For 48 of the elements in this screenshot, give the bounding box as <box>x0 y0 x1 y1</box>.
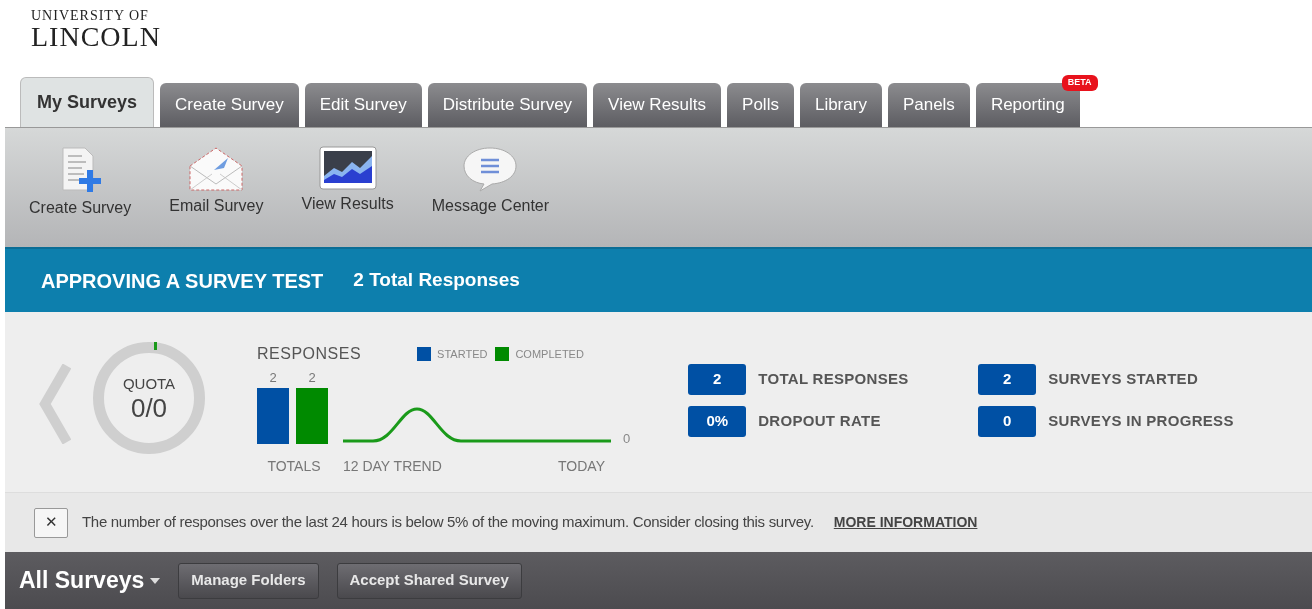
trend-label: 12 DAY TREND <box>343 457 442 476</box>
logo-title: LINCOLN <box>31 23 162 51</box>
logo-subtitle: UNIVERSITY OF <box>31 9 150 23</box>
trend-last-value: 0 <box>623 429 631 448</box>
stat-value: 2 <box>978 364 1037 395</box>
tab[interactable]: View Results <box>593 83 722 127</box>
tab[interactable]: Create Survey <box>160 83 299 127</box>
quota-label: QUOTA <box>122 375 176 391</box>
more-information-link[interactable]: MORE INFORMATION <box>833 512 978 533</box>
tab[interactable]: Library <box>799 83 882 127</box>
bar-value: 2 <box>269 370 277 385</box>
trend-end-label: TODAY <box>558 457 605 476</box>
legend-label: STARTED <box>437 346 488 362</box>
all-surveys-dropdown[interactable]: All Surveys <box>19 563 161 598</box>
previous-arrow[interactable] <box>39 364 71 444</box>
survey-title: APPROVING A SURVEY TEST <box>41 268 324 294</box>
totals-label: TOTALS <box>267 457 321 476</box>
toolbar-button[interactable]: Accept Shared Survey <box>336 562 522 599</box>
chevron-left-icon <box>39 364 71 444</box>
tab[interactable]: Polls <box>727 83 794 127</box>
toolbar-button[interactable]: View Results <box>297 146 398 216</box>
stat-label: SURVEYS STARTED <box>1048 369 1199 390</box>
close-button[interactable]: ✕ <box>34 507 68 538</box>
envelope-icon <box>188 146 245 192</box>
notice-text: The number of responses over the last 24 hours is below 5% of the moving maximum. Consider closing this survey. <box>82 512 814 533</box>
stat-value: 2 <box>688 364 747 395</box>
stat-value: 0 <box>978 406 1037 437</box>
response-count: 2 Total Responses <box>353 268 520 293</box>
tab[interactable]: Panels <box>887 83 970 127</box>
toolbar-button[interactable]: Email Survey <box>165 146 268 218</box>
toolbar-button[interactable]: Manage Folders <box>178 562 319 599</box>
toolbar-button[interactable]: Message Center <box>427 146 554 218</box>
stat-label: DROPOUT RATE <box>758 411 881 432</box>
beta-badge: BETA <box>1061 75 1098 91</box>
area-chart-icon <box>318 146 377 190</box>
tab[interactable]: Distribute Survey <box>427 83 588 127</box>
legend-label: COMPLETED <box>515 346 584 362</box>
tab[interactable]: My Surveys <box>20 77 155 127</box>
stat-label: SURVEYS IN PROGRESS <box>1048 411 1234 432</box>
toolbar-button[interactable]: Create Survey <box>25 146 136 220</box>
bar-value: 2 <box>308 370 316 385</box>
speech-bubble-icon <box>462 146 519 192</box>
stat-label: TOTAL RESPONSES <box>758 369 909 390</box>
caret-icon <box>150 577 161 584</box>
quota-value: 0/0 <box>130 394 168 421</box>
tab[interactable]: Edit Survey <box>304 83 422 127</box>
responses-title: RESPONSES <box>257 344 362 364</box>
stat-value: 0% <box>688 406 747 437</box>
